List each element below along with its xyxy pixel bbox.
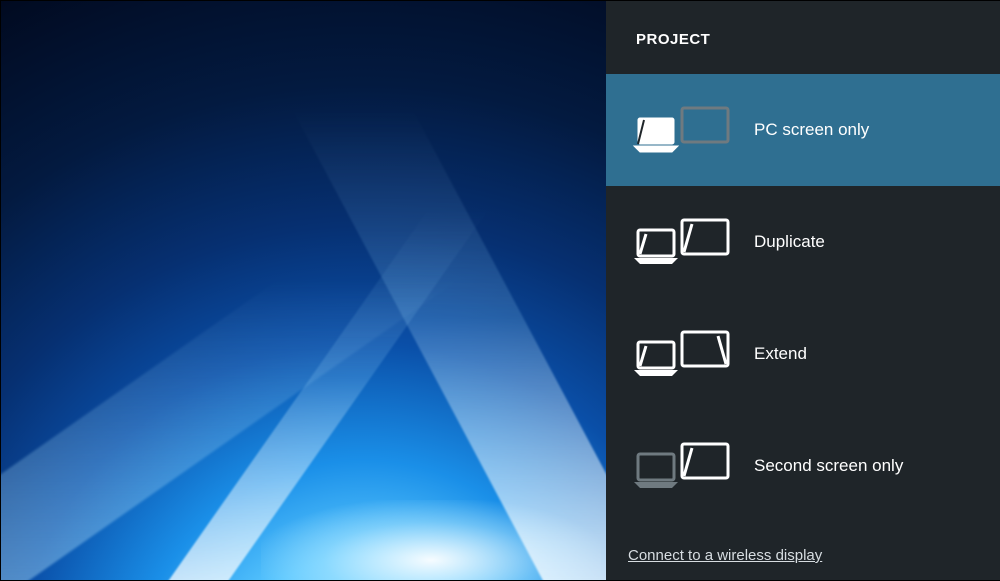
option-duplicate[interactable]: Duplicate — [606, 186, 1000, 298]
connect-wireless-display-link[interactable]: Connect to a wireless display — [606, 547, 1000, 580]
extend-icon — [632, 328, 744, 380]
light-bloom-decoration — [261, 500, 601, 580]
desktop-wallpaper — [1, 1, 606, 580]
option-label: Duplicate — [754, 232, 825, 252]
option-label: Second screen only — [754, 456, 903, 476]
option-second-screen-only[interactable]: Second screen only — [606, 410, 1000, 522]
second-screen-only-icon — [632, 440, 744, 492]
option-label: PC screen only — [754, 120, 869, 140]
option-extend[interactable]: Extend — [606, 298, 1000, 410]
project-panel: PROJECT PC screen only — [606, 1, 1000, 580]
panel-title: PROJECT — [606, 1, 1000, 74]
option-pc-screen-only[interactable]: PC screen only — [606, 74, 1000, 186]
option-label: Extend — [754, 344, 807, 364]
duplicate-icon — [632, 216, 744, 268]
pc-screen-only-icon — [632, 104, 744, 156]
